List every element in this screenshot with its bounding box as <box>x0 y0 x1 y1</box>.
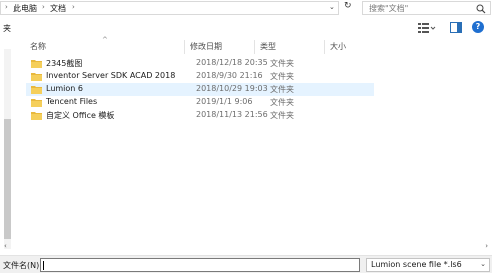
breadcrumb-root-chevron-icon[interactable]: › <box>5 3 8 11</box>
scroll-right-icon[interactable]: › <box>485 242 488 250</box>
filename-label: 文件名(N): <box>3 261 42 270</box>
filename-row: 文件名(N): ⌄ Lumion scene file *.ls6 ⌄ <box>0 255 492 273</box>
file-type: 文件夹 <box>270 111 294 120</box>
chevron-down-icon[interactable]: ⌄ <box>480 260 486 268</box>
file-type: 文件夹 <box>270 85 294 94</box>
file-name: Inventor Server SDK ACAD 2018 <box>46 71 176 80</box>
scroll-left-icon[interactable]: ‹ <box>4 242 7 250</box>
file-name: Tencent Files <box>46 97 98 106</box>
file-date: 2018/12/18 20:35 <box>196 58 268 67</box>
address-row: › 此电脑 › 文档 › ⌄ ↻ 搜索"文档" <box>0 0 492 17</box>
file-type: 文件夹 <box>270 59 294 68</box>
address-history-dropdown-icon[interactable]: ⌄ <box>329 3 335 11</box>
filetype-select[interactable]: Lumion scene file *.ls6 ⌄ <box>366 258 490 272</box>
file-row-selected[interactable]: Lumion 6 2018/10/29 19:03 文件夹 <box>26 83 374 96</box>
breadcrumb-item-documents[interactable]: 文档 <box>50 3 66 14</box>
search-placeholder: 搜索"文档" <box>369 4 409 13</box>
help-icon[interactable]: ? <box>472 21 484 33</box>
address-bar[interactable]: › 此电脑 › 文档 › ⌄ <box>0 1 339 15</box>
folder-icon <box>31 99 42 107</box>
file-date: 2018/11/13 21:56 <box>196 110 268 119</box>
file-type: 文件夹 <box>270 72 294 81</box>
file-row[interactable]: Tencent Files 2019/1/1 9:06 文件夹 <box>26 96 374 109</box>
file-type: 文件夹 <box>270 98 294 107</box>
folder-icon <box>31 60 42 68</box>
file-date: 2018/10/29 19:03 <box>196 84 268 93</box>
toolbar: 夹 ? <box>0 17 492 39</box>
column-header-size[interactable]: 大小 <box>324 39 384 54</box>
navigation-pane <box>0 39 16 255</box>
file-name: 自定义 Office 模板 <box>46 111 115 120</box>
breadcrumb-item-this-pc[interactable]: 此电脑 <box>13 3 37 14</box>
breadcrumb-chevron-icon[interactable]: › <box>42 3 45 11</box>
file-date: 2018/9/30 21:16 <box>196 71 263 80</box>
refresh-icon[interactable]: ↻ <box>344 1 352 11</box>
file-name: Lumion 6 <box>46 84 83 93</box>
file-date: 2019/1/1 9:06 <box>196 97 253 106</box>
preview-pane-icon[interactable] <box>450 22 462 33</box>
column-header-name[interactable]: 名称 <box>24 39 184 54</box>
file-name: 2345截图 <box>46 59 83 68</box>
file-row[interactable]: 自定义 Office 模板 2018/11/13 21:56 文件夹 <box>26 109 374 122</box>
search-icon[interactable] <box>476 4 486 14</box>
folder-icon <box>31 112 42 120</box>
file-row[interactable]: 2345截图 2018/12/18 20:35 文件夹 <box>26 57 374 70</box>
column-header-date[interactable]: 修改日期 <box>184 39 259 54</box>
horizontal-scrollbar[interactable]: ‹ › <box>0 240 492 254</box>
file-list: ^ 名称 修改日期 类型 大小 2345截图 2018/12/18 20:35 … <box>18 36 492 255</box>
folder-icon <box>31 86 42 94</box>
text-caret <box>43 261 44 270</box>
filename-input[interactable]: ⌄ <box>40 258 398 272</box>
new-folder-button[interactable]: 夹 <box>3 23 11 34</box>
search-input[interactable]: 搜索"文档" <box>362 1 491 15</box>
nav-scrollbar-thumb[interactable] <box>4 119 11 239</box>
folder-icon <box>31 73 42 81</box>
breadcrumb-chevron-icon[interactable]: › <box>72 3 75 11</box>
view-options-icon[interactable] <box>418 22 436 34</box>
column-header-type[interactable]: 类型 <box>254 39 324 54</box>
filetype-value: Lumion scene file *.ls6 <box>371 260 462 269</box>
file-row[interactable]: Inventor Server SDK ACAD 2018 2018/9/30 … <box>26 70 374 83</box>
